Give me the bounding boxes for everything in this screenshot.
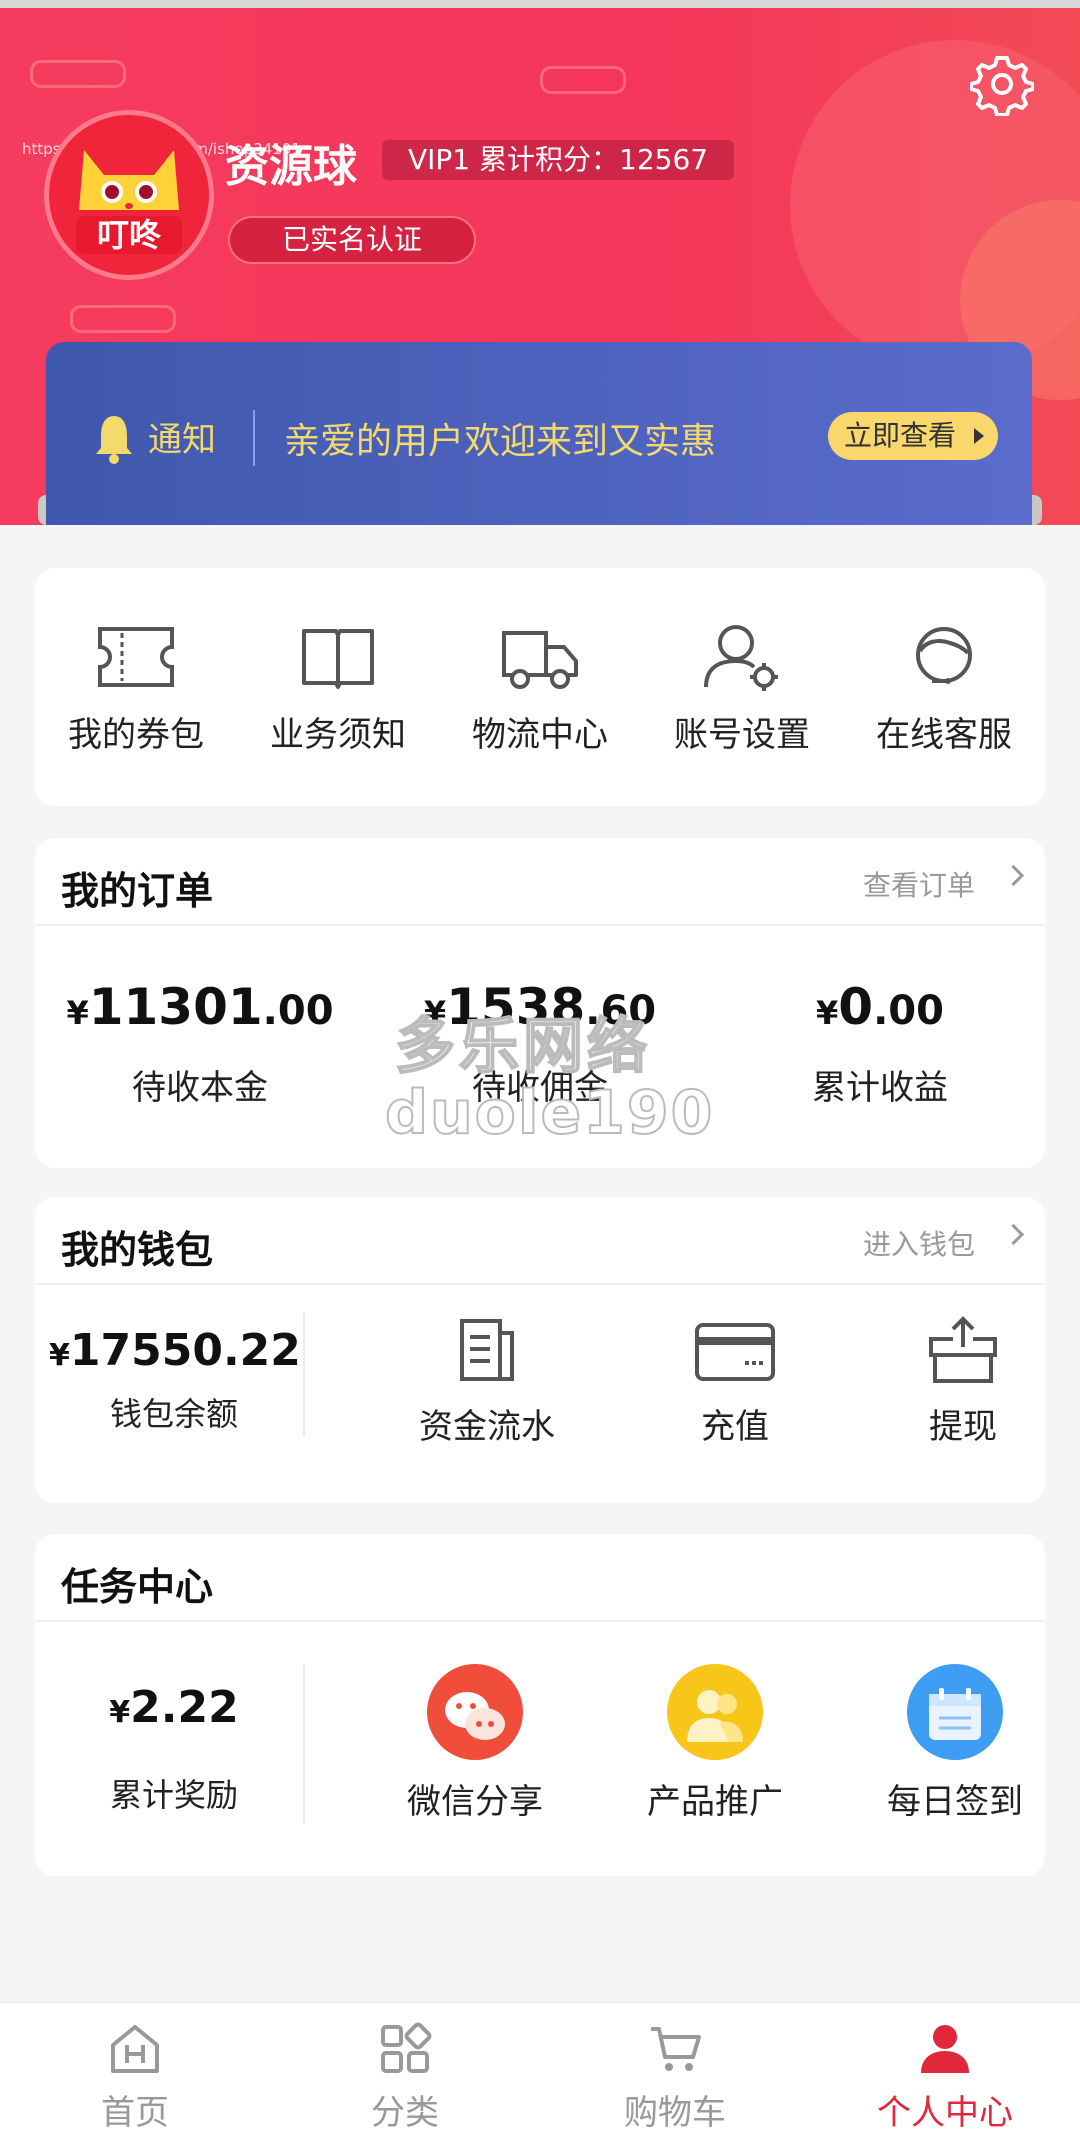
- quick-item-label: 物流中心: [472, 714, 608, 755]
- person-icon: [921, 2025, 969, 2073]
- home-icon: [111, 2025, 159, 2073]
- tab-label: 首页: [101, 2093, 169, 2133]
- card-title: 我的订单: [61, 869, 214, 913]
- card-title: 我的钱包: [61, 1228, 214, 1272]
- category-icon: [381, 2022, 432, 2073]
- my-orders-card: 我的订单 查看订单 ¥11301.00 待收本金 ¥1538.60 待收佣金 ¥…: [35, 838, 1045, 1168]
- verified-badge: 已实名认证: [228, 216, 476, 264]
- users-icon: [667, 1664, 763, 1760]
- svg-text:叮咚: 叮咚: [97, 216, 162, 254]
- total-reward-label: 累计奖励: [109, 1776, 238, 1814]
- wallet-balance-label: 钱包余额: [109, 1395, 238, 1433]
- pending-principal-label: 待收本金: [132, 1068, 268, 1108]
- total-reward-amount: ¥2.22: [109, 1682, 239, 1733]
- task-center-card: 任务中心 ¥2.22 累计奖励 微信分享 产品推广 每日签到: [35, 1534, 1045, 1876]
- quick-item-label: 账号设置: [674, 714, 810, 755]
- enter-wallet-link[interactable]: 进入钱包: [863, 1223, 975, 1263]
- wechat-share-label: 微信分享: [407, 1782, 543, 1822]
- wallet-balance-amount: ¥17550.22: [49, 1325, 301, 1376]
- watermark-text: duole190: [384, 1077, 715, 1149]
- daily-checkin-button[interactable]: 每日签到: [845, 1664, 1065, 1823]
- tab-category[interactable]: 分类: [270, 2003, 540, 2145]
- ticket-icon: [98, 626, 174, 687]
- quick-item-label: 业务须知: [270, 714, 406, 755]
- chevron-right-icon[interactable]: [1002, 1223, 1025, 1246]
- wechat-icon: [427, 1664, 523, 1760]
- withdraw-button[interactable]: 提现: [863, 1315, 1063, 1448]
- notice-label: 通知: [148, 420, 216, 460]
- view-orders-link[interactable]: 查看订单: [863, 864, 975, 904]
- tab-cart[interactable]: 购物车: [540, 2003, 810, 2145]
- wechat-share-button[interactable]: 微信分享: [365, 1664, 585, 1823]
- truck-icon: [502, 630, 578, 689]
- bottom-tab-bar: 首页 分类 购物车 个人中心: [0, 2002, 1080, 2145]
- quick-menu: 我的券包 业务须知 物流中心 账号设置 在线客服: [35, 568, 1045, 806]
- notice-banner[interactable]: 通知 亲爱的用户欢迎来到又实惠 立即查看: [46, 342, 1032, 525]
- quick-item-customer-service[interactable]: 在线客服: [844, 619, 1044, 756]
- total-earnings-label: 累计收益: [812, 1068, 948, 1108]
- header-decoration: [30, 60, 126, 88]
- withdraw-label: 提现: [929, 1407, 997, 1447]
- user-gear-icon: [704, 624, 778, 691]
- daily-checkin-label: 每日签到: [887, 1782, 1023, 1822]
- chevron-right-icon[interactable]: [1002, 864, 1025, 887]
- tab-label: 购物车: [624, 2093, 726, 2133]
- headset-icon: [916, 626, 972, 684]
- tab-profile[interactable]: 个人中心: [810, 2003, 1080, 2145]
- quick-item-logistics[interactable]: 物流中心: [440, 619, 640, 756]
- divider: [303, 1664, 305, 1824]
- username: 资源球: [225, 141, 357, 192]
- quick-item-coupons[interactable]: 我的券包: [36, 619, 236, 756]
- profile-header: https://www.huzhan.com/ishop34101 叮咚 资源球…: [0, 0, 1080, 525]
- divider: [253, 410, 255, 466]
- tab-label: 个人中心: [877, 2093, 1013, 2133]
- header-decoration: [540, 66, 626, 94]
- fund-flow-button[interactable]: 资金流水: [387, 1315, 587, 1448]
- arrow-right-icon: [974, 428, 984, 444]
- tab-home[interactable]: 首页: [0, 2003, 270, 2145]
- watermark-text: 多乐网络: [394, 1011, 651, 1083]
- quick-item-account-settings[interactable]: 账号设置: [642, 619, 842, 756]
- total-earnings-amount: ¥0.00: [816, 978, 944, 1036]
- calendar-icon: [907, 1664, 1003, 1760]
- withdraw-icon: [929, 1316, 997, 1383]
- bell-icon: [96, 416, 132, 464]
- view-now-label: 立即查看: [844, 419, 957, 452]
- cart-icon: [651, 2027, 701, 2071]
- avatar[interactable]: 叮咚: [44, 110, 214, 280]
- tab-label: 分类: [371, 2093, 439, 2133]
- quick-item-business-notice[interactable]: 业务须知: [238, 619, 438, 756]
- header-decoration: [70, 305, 176, 333]
- divider: [303, 1313, 305, 1437]
- my-wallet-card: 我的钱包 进入钱包 ¥17550.22 钱包余额 资金流水 充值 提现: [35, 1197, 1045, 1503]
- recharge-label: 充值: [701, 1407, 769, 1447]
- divider: [35, 1283, 1045, 1285]
- product-promotion-label: 产品推广: [647, 1782, 783, 1822]
- vip-points-badge: VIP1 累计积分：12567: [382, 140, 735, 180]
- view-now-button[interactable]: 立即查看: [828, 412, 998, 460]
- pending-principal-amount: ¥11301.00: [66, 978, 334, 1036]
- notice-text: 亲爱的用户欢迎来到又实惠: [284, 421, 717, 462]
- quick-item-label: 在线客服: [876, 714, 1012, 755]
- fund-flow-label: 资金流水: [419, 1407, 555, 1447]
- cat-avatar-icon: 叮咚: [76, 150, 182, 254]
- divider: [35, 924, 1045, 926]
- product-promotion-button[interactable]: 产品推广: [605, 1664, 825, 1823]
- quick-item-label: 我的券包: [68, 714, 204, 755]
- gear-icon[interactable]: [970, 52, 1034, 116]
- document-icon: [460, 1319, 514, 1381]
- card-icon: [695, 1323, 775, 1381]
- divider: [35, 1620, 1045, 1622]
- book-icon: [302, 628, 374, 689]
- status-bar-strip: [0, 0, 1080, 8]
- recharge-button[interactable]: 充值: [635, 1315, 835, 1448]
- card-title: 任务中心: [61, 1565, 214, 1609]
